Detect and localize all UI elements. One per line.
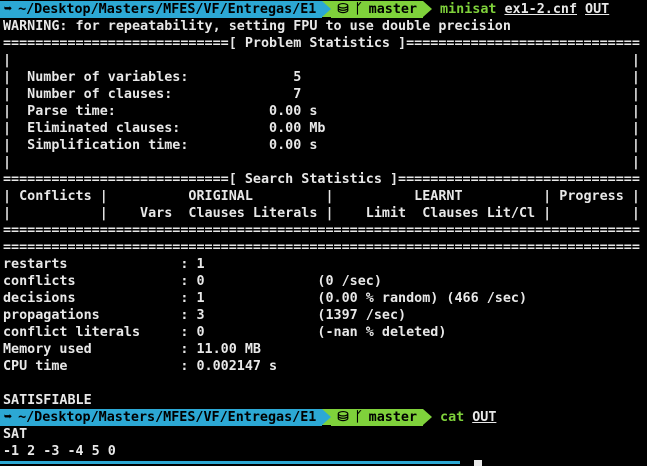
- output-line: | Eliminated clauses: 0.00 Mb |: [3, 121, 640, 136]
- prompt-path-segment: ➥ ~/Desktop/Masters/MFES/VF/Entregas/E1: [0, 409, 323, 426]
- output-line: propagations : 3 (1397 /sec): [3, 308, 407, 323]
- command-arg-output[interactable]: OUT: [577, 1, 609, 18]
- prompt-line-2: ➥ ~/Desktop/Masters/MFES/VF/Entregas/E1 …: [0, 409, 496, 426]
- output-line: | | Vars Clauses Literals | Limit Clause…: [3, 206, 640, 221]
- branch-icon: ᚴ: [354, 410, 363, 425]
- output-line: -1 2 -3 -4 5 0: [3, 444, 116, 459]
- output-line: | |: [3, 53, 640, 68]
- lock-icon: ⛁: [337, 410, 349, 425]
- branch-icon: ᚴ: [354, 2, 363, 17]
- prompt-branch: master: [368, 2, 418, 17]
- output-line: | Parse time: 0.00 s |: [3, 104, 640, 119]
- powerline-separator-icon: [423, 409, 433, 425]
- output-line: ============================[ Problem St…: [3, 36, 640, 51]
- output-line: ========================================…: [3, 240, 640, 255]
- output-line: WARNING: for repeatability, setting FPU …: [3, 19, 511, 34]
- command-name: minisat: [440, 2, 497, 17]
- prompt-branch: master: [368, 410, 418, 425]
- output-line: | Number of variables: 5 |: [3, 70, 640, 85]
- output-line: restarts : 1: [3, 257, 205, 272]
- output-line: conflict literals : 0 (-nan % deleted): [3, 325, 447, 340]
- prompt-path: ~/Desktop/Masters/MFES/VF/Entregas/E1: [18, 410, 317, 425]
- command-arg-file[interactable]: ex1-2.cnf: [496, 1, 577, 18]
- output-line: CPU time : 0.002147 s: [3, 359, 278, 374]
- command-name: cat: [440, 410, 465, 425]
- output-line: ============================[ Search Sta…: [3, 172, 640, 187]
- output-line: ========================================…: [3, 223, 640, 238]
- output-line: | |: [3, 155, 640, 170]
- powerline-separator-icon: [423, 1, 433, 17]
- result-line: SATISFIABLE: [3, 393, 92, 408]
- command-arg-file[interactable]: OUT: [464, 409, 496, 426]
- terminal-cursor: [474, 460, 482, 466]
- powerline-separator-icon: [322, 409, 332, 425]
- output-line: conflicts : 0 (0 /sec): [3, 274, 382, 289]
- output-line: | Conflicts | ORIGINAL | LEARNT | Progre…: [3, 189, 640, 204]
- output-line: Memory used : 11.00 MB: [3, 342, 261, 357]
- prompt-git-segment: ⛁ ᚴ master: [331, 409, 424, 426]
- terminal-window[interactable]: ➥ ~/Desktop/Masters/MFES/VF/Entregas/E1 …: [0, 0, 647, 466]
- output-line: | Simplification time: 0.00 s |: [3, 138, 640, 153]
- home-arrow-icon: ➥: [4, 2, 13, 17]
- home-arrow-icon: ➥: [4, 410, 13, 425]
- output-line: decisions : 1 (0.00 % random) (466 /sec): [3, 291, 528, 306]
- prompt-path-segment: ➥ ~/Desktop/Masters/MFES/VF/Entregas/E1: [0, 1, 323, 18]
- prompt-git-segment: ⛁ ᚴ master: [331, 1, 424, 18]
- prompt-path: ~/Desktop/Masters/MFES/VF/Entregas/E1: [18, 2, 317, 17]
- lock-icon: ⛁: [337, 2, 349, 17]
- output-line: SAT: [3, 427, 28, 442]
- prompt-line-1: ➥ ~/Desktop/Masters/MFES/VF/Entregas/E1 …: [0, 1, 609, 18]
- output-line: | Number of clauses: 7 |: [3, 87, 640, 102]
- powerline-separator-icon: [322, 1, 332, 17]
